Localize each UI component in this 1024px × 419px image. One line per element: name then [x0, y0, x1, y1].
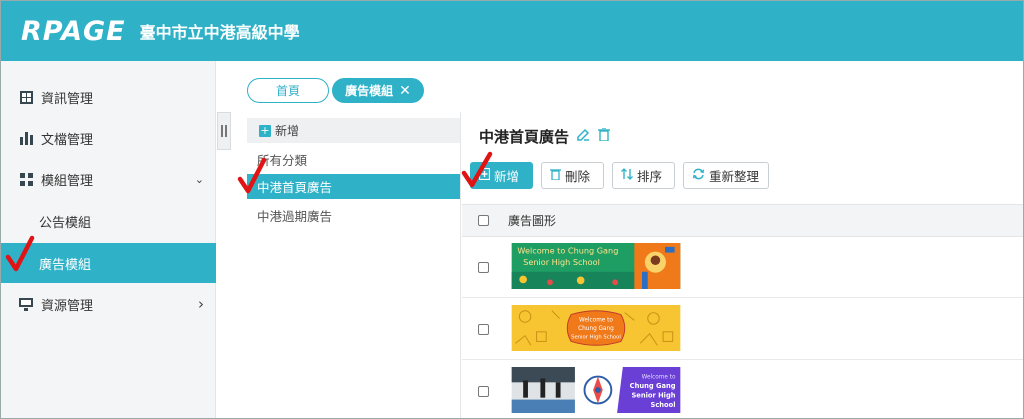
category-label: 所有分類 — [257, 153, 308, 168]
refresh-icon — [692, 168, 705, 184]
row-checkbox[interactable] — [478, 323, 489, 335]
tab-bar: 首頁 廣告模組 ✕ — [247, 78, 427, 103]
school-name: 臺中市立中港高級中學 — [139, 23, 300, 42]
bar-chart-icon — [19, 131, 33, 145]
table-row[interactable]: Welcome to Chung Gang Senior High School — [462, 361, 1023, 418]
ad-banner-image[interactable]: Welcome to Chung Gang Senior High School — [508, 367, 684, 413]
tab-home[interactable]: 首頁 — [247, 78, 329, 103]
sidebar-item-module-management[interactable]: 模組管理 ⌄ — [1, 159, 216, 199]
sort-icon — [621, 167, 633, 184]
collapse-handle[interactable] — [217, 112, 231, 150]
tab-label: 首頁 — [275, 84, 300, 98]
sidebar-item-label: 模組管理 — [41, 173, 94, 189]
tab-label: 廣告模組 — [345, 84, 394, 98]
app-frame: RPAGE 臺中市立中港高級中學 資訊管理 文檔管理 模組管理 ⌄ 公告模組 廣… — [0, 0, 1024, 419]
top-bar: RPAGE 臺中市立中港高級中學 — [1, 1, 1023, 61]
monitor-icon — [19, 297, 33, 311]
select-all-checkbox[interactable] — [478, 215, 489, 226]
sidebar-item-label: 文檔管理 — [41, 132, 94, 148]
category-label: 中港首頁廣告 — [257, 180, 333, 195]
ad-banner-image[interactable]: Welcome to Chung Gang Senior High School — [508, 305, 684, 351]
banner-text: Welcome to — [579, 317, 613, 323]
chevron-right-icon: › — [198, 295, 204, 313]
sidebar: 資訊管理 文檔管理 模組管理 ⌄ 公告模組 廣告模組 資源管理 › — [1, 61, 216, 418]
trash-icon — [550, 168, 561, 184]
edit-icon[interactable] — [577, 128, 590, 145]
sidebar-item-ad-module[interactable]: 廣告模組 — [1, 243, 216, 283]
tab-ad-module[interactable]: 廣告模組 ✕ — [332, 78, 424, 103]
add-button-label: 新增 — [494, 169, 520, 184]
add-file-icon — [478, 167, 491, 184]
sidebar-item-label: 資源管理 — [41, 298, 94, 314]
category-item-expired-ads[interactable]: 中港過期廣告 — [247, 203, 460, 228]
add-category-button[interactable]: + 新增 — [247, 118, 460, 143]
chevron-down-icon: ⌄ — [194, 172, 204, 186]
row-checkbox[interactable] — [478, 261, 489, 273]
refresh-button[interactable]: 重新整理 — [683, 162, 769, 189]
rpage-logo[interactable]: RPAGE — [21, 16, 126, 47]
add-category-label: 新增 — [275, 124, 300, 138]
sidebar-item-label: 公告模組 — [39, 215, 92, 231]
toolbar: 新增 刪除 排序 重新整理 — [470, 162, 777, 189]
add-button[interactable]: 新增 — [470, 162, 533, 189]
banner-text: Welcome to Chung Gang — [517, 246, 618, 256]
sidebar-item-document-management[interactable]: 文檔管理 — [1, 118, 216, 158]
collapse-bars-icon — [221, 125, 227, 137]
table-row[interactable]: Welcome to Chung Gang Senior High School — [462, 299, 1023, 360]
delete-button-label: 刪除 — [565, 169, 591, 184]
banner-text: Senior High — [631, 392, 675, 400]
page-title-row: 中港首頁廣告 — [479, 126, 611, 147]
trash-icon[interactable] — [598, 127, 611, 145]
sidebar-item-info-management[interactable]: 資訊管理 — [1, 77, 216, 117]
sidebar-item-label: 廣告模組 — [39, 257, 92, 273]
row-checkbox[interactable] — [478, 385, 489, 397]
banner-text: Senior High School — [523, 257, 600, 267]
ad-banner-image[interactable]: Welcome to Chung Gang Senior High School — [508, 243, 684, 289]
sidebar-item-announcement-module[interactable]: 公告模組 — [1, 201, 216, 241]
banner-text: Chung Gang — [630, 382, 676, 390]
banner-text: Senior High School — [571, 335, 621, 341]
layout-icon — [19, 90, 33, 104]
close-icon[interactable]: ✕ — [399, 83, 411, 99]
sort-button-label: 排序 — [637, 169, 663, 184]
delete-button[interactable]: 刪除 — [541, 162, 604, 189]
banner-text: School — [651, 401, 676, 409]
sidebar-item-label: 資訊管理 — [41, 91, 94, 107]
table-row[interactable]: Welcome to Chung Gang Senior High School — [462, 237, 1023, 298]
category-label: 中港過期廣告 — [257, 209, 333, 224]
banner-text: Welcome to — [642, 375, 676, 381]
page-title: 中港首頁廣告 — [479, 128, 570, 146]
column-header-ad-image: 廣告圖形 — [508, 214, 557, 228]
main-panel: 中港首頁廣告 新增 刪除 排序 重新整理 廣告圖形 Welcome to Chu… — [462, 112, 1023, 418]
category-item-all[interactable]: 所有分類 — [247, 147, 460, 172]
category-panel: + 新增 所有分類 中港首頁廣告 中港過期廣告 — [246, 112, 461, 418]
category-item-homepage-ads[interactable]: 中港首頁廣告 — [247, 174, 460, 199]
plus-icon: + — [259, 123, 271, 137]
refresh-button-label: 重新整理 — [709, 169, 760, 184]
table-header: 廣告圖形 — [462, 204, 1023, 237]
banner-text: Chung Gang — [578, 326, 614, 332]
sidebar-item-resource-management[interactable]: 資源管理 › — [1, 284, 216, 324]
grid-icon — [19, 172, 33, 186]
sort-button[interactable]: 排序 — [612, 162, 675, 189]
